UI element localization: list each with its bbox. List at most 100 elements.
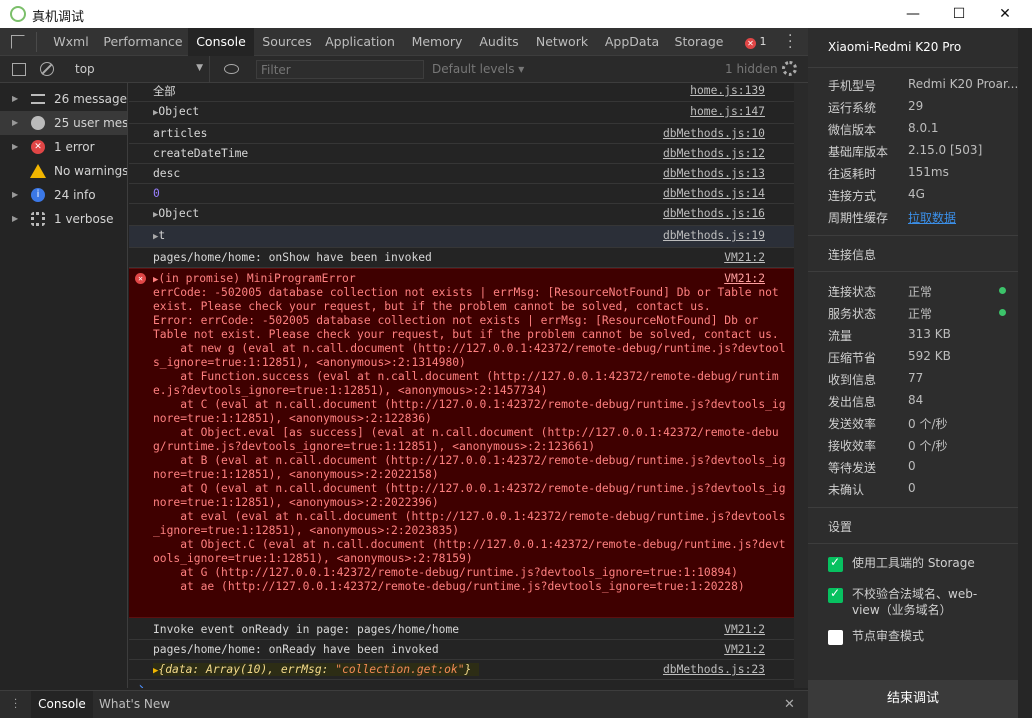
- check-icon: ✓: [830, 555, 841, 569]
- source-link[interactable]: VM21:2: [724, 623, 765, 636]
- end-debug-button[interactable]: 结束调试: [808, 680, 1018, 718]
- window-title: 真机调试: [32, 10, 85, 25]
- console-row[interactable]: ▶Object dbMethods.js:16: [129, 204, 794, 226]
- tab-audits[interactable]: Audits: [475, 28, 523, 56]
- sidebar-item-verbose[interactable]: ▶ 1 verbose: [0, 207, 127, 231]
- filter-input[interactable]: [256, 60, 424, 79]
- minimize-button[interactable]: —: [890, 0, 936, 28]
- expand-arrow-icon: ▶: [12, 118, 19, 127]
- source-link[interactable]: dbMethods.js:14: [663, 187, 765, 200]
- error-line: Table not exist. Please check your reque…: [153, 328, 779, 341]
- tab-console[interactable]: Console: [188, 28, 254, 56]
- more-options-icon[interactable]: · · ·: [788, 29, 792, 55]
- source-link[interactable]: home.js:147: [690, 105, 765, 118]
- toggle-sidebar-icon[interactable]: [12, 63, 26, 76]
- tab-storage[interactable]: Storage: [671, 28, 727, 56]
- eye-icon[interactable]: [224, 64, 239, 74]
- tab-memory[interactable]: Memory: [407, 28, 467, 56]
- device-name: Xiaomi-Redmi K20 Pro: [828, 40, 962, 54]
- use-tool-storage-checkbox[interactable]: ✓: [828, 555, 843, 572]
- stack-frame: at B (eval at n.call.document (http://12…: [153, 454, 786, 467]
- drawer-tab-whats-new[interactable]: What's New: [99, 691, 170, 718]
- error-icon: ✕: [31, 140, 45, 154]
- console-row[interactable]: ▶t dbMethods.js:19: [129, 226, 794, 248]
- console-row[interactable]: ▶{data: Array(10), errMsg: "collection.g…: [129, 660, 794, 680]
- source-link[interactable]: VM21:2: [724, 272, 765, 285]
- check-icon: ✓: [830, 586, 841, 600]
- close-drawer-icon[interactable]: ✕: [784, 697, 795, 712]
- source-link[interactable]: dbMethods.js:16: [663, 207, 765, 220]
- source-link[interactable]: dbMethods.js:23: [663, 663, 765, 676]
- warning-icon: [30, 164, 46, 178]
- conn-row-unacked: 未确认 0: [828, 478, 1018, 500]
- stack-frame: at ae (http://127.0.0.1:42372/remote-deb…: [153, 580, 745, 593]
- source-link[interactable]: dbMethods.js:19: [663, 229, 765, 242]
- inspect-element-icon[interactable]: [11, 35, 25, 49]
- error-icon: ✕: [745, 38, 756, 49]
- stack-frame: s_ignore=true:1:12851), <anonymous>:2:13…: [153, 356, 466, 369]
- console-row: desc dbMethods.js:13: [129, 164, 794, 184]
- expand-arrow-icon: ▶: [12, 190, 19, 199]
- console-row[interactable]: ▶Object home.js:147: [129, 102, 794, 124]
- status-dot-icon: [999, 287, 1006, 294]
- drawer-menu-icon[interactable]: · · ·: [14, 696, 17, 714]
- conn-row-pending: 等待发送 0: [828, 456, 1018, 478]
- panel-scrollbar[interactable]: [1018, 28, 1032, 718]
- console-message: pages/home/home: onShow have been invoke…: [153, 251, 432, 264]
- gear-icon[interactable]: [782, 61, 797, 76]
- object-label: Object: [158, 105, 200, 118]
- context-label: top: [75, 62, 95, 76]
- maximize-button[interactable]: ☐: [936, 0, 982, 28]
- error-count-badge[interactable]: ✕ 1: [745, 35, 767, 49]
- conn-key: 连接状态: [828, 285, 877, 299]
- console-message: ▶t: [153, 229, 165, 242]
- error-icon: ✕: [135, 273, 146, 284]
- console-prompt[interactable]: ›: [129, 680, 794, 688]
- conn-row-compression: 压缩节省 592 KB: [828, 346, 1018, 368]
- error-title: (in promise) MiniProgramError: [158, 272, 356, 285]
- error-line: Error: errCode: -502005 database collect…: [153, 314, 759, 327]
- conn-value: 正常: [908, 307, 933, 321]
- context-select[interactable]: top ▼: [66, 56, 210, 82]
- source-link[interactable]: dbMethods.js:12: [663, 147, 765, 160]
- tab-application[interactable]: Application: [323, 28, 397, 56]
- tab-sources[interactable]: Sources: [258, 28, 316, 56]
- object-label: t: [158, 229, 166, 242]
- info-icon: i: [31, 188, 45, 202]
- node-inspect-checkbox[interactable]: [828, 630, 843, 645]
- conn-key: 接收效率: [828, 439, 877, 453]
- tab-wxml[interactable]: Wxml: [46, 28, 96, 56]
- source-link[interactable]: VM21:2: [724, 251, 765, 264]
- node-inspect-label: 节点审查模式: [852, 629, 925, 643]
- error-stack: errCode: -502005 database collection not…: [153, 286, 786, 594]
- sidebar-item-info[interactable]: ▶ i 24 info: [0, 183, 127, 207]
- sidebar-item-user-messages[interactable]: ▶ 25 user mes...: [0, 111, 127, 135]
- console-row: 全部 home.js:139: [129, 83, 794, 102]
- divider: [808, 543, 1018, 544]
- skip-domain-check-checkbox[interactable]: ✓: [828, 586, 843, 603]
- tab-network[interactable]: Network: [532, 28, 592, 56]
- info-value: 29: [908, 99, 924, 113]
- source-link[interactable]: home.js:139: [690, 84, 765, 97]
- stack-frame: nore=true:1:12851), <anonymous>:2:122836…: [153, 412, 432, 425]
- conn-row-service: 服务状态 正常: [828, 302, 1018, 324]
- fetch-data-link[interactable]: 拉取数据: [908, 209, 956, 226]
- conn-value: 0: [908, 481, 916, 495]
- tab-appdata[interactable]: AppData: [601, 28, 663, 56]
- info-key: 往返耗时: [828, 167, 877, 181]
- sidebar-item-errors[interactable]: ▶ ✕ 1 error: [0, 135, 127, 159]
- source-link[interactable]: dbMethods.js:13: [663, 167, 765, 180]
- drawer-tab-console[interactable]: Console: [31, 691, 93, 718]
- close-window-button[interactable]: ✕: [982, 0, 1028, 28]
- source-link[interactable]: dbMethods.js:10: [663, 127, 765, 140]
- sidebar-item-warnings[interactable]: No warnings: [0, 159, 127, 183]
- sidebar-item-messages[interactable]: ▶ 26 messages: [0, 87, 127, 111]
- console-scrollbar[interactable]: [794, 83, 808, 688]
- source-link[interactable]: VM21:2: [724, 643, 765, 656]
- tab-performance[interactable]: Performance: [102, 28, 184, 56]
- sidebar-item-label: 26 messages: [54, 92, 127, 106]
- sidebar-item-label: 24 info: [54, 188, 96, 202]
- default-levels-dropdown[interactable]: Default levels ▾: [432, 62, 524, 76]
- error-head[interactable]: ▶(in promise) MiniProgramError: [153, 272, 356, 287]
- object-label: Object: [158, 207, 200, 220]
